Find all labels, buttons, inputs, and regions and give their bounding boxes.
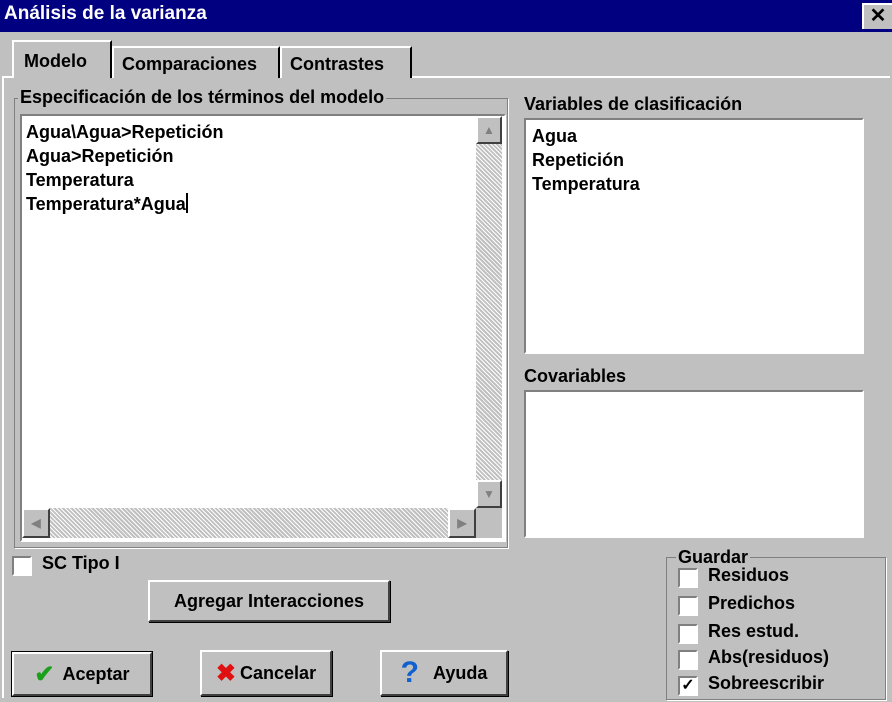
text-caret [185,193,188,213]
sobreescribir-label: Sobreescribir [708,673,825,693]
res-estud-checkbox[interactable] [678,624,698,644]
model-term-line: Agua>Repetición [26,146,174,166]
model-terms-textarea[interactable]: Agua\Agua>Repetición Agua>Repetición Tem… [20,114,506,542]
list-item[interactable]: Temperatura [532,172,640,196]
model-term-line: Temperatura [26,170,134,190]
model-term-text: Temperatura*Agua [26,194,186,214]
model-terms-text: Agua\Agua>Repetición Agua>Repetición Tem… [26,120,224,216]
predichos-checkbox[interactable] [678,596,698,616]
scroll-left-button[interactable]: ◀ [22,508,50,538]
horizontal-scrollbar[interactable]: ◀ ▶ [22,508,476,538]
scroll-right-button[interactable]: ▶ [448,508,476,538]
res-estud-label: Res estud. [708,621,800,641]
arrow-up-icon: ▲ [483,123,495,137]
classification-label: Variables de clasificación [524,94,743,114]
classification-list[interactable]: Agua Repetición Temperatura [524,118,864,354]
tab-contrastes[interactable]: Contrastes [280,46,412,78]
help-button[interactable]: ? Ayuda [380,650,508,696]
checkmark-icon: ✓ [681,677,695,694]
predichos-label: Predichos [708,593,796,613]
list-item[interactable]: Agua [532,124,640,148]
scroll-down-button[interactable]: ▼ [476,480,502,508]
tab-modelo[interactable]: Modelo [12,40,112,78]
model-term-line: Agua\Agua>Repetición [26,122,224,142]
arrow-down-icon: ▼ [483,487,495,501]
abs-residuos-label: Abs(residuos) [708,647,830,667]
residuos-label: Residuos [708,565,790,585]
abs-residuos-checkbox[interactable] [678,650,698,670]
accept-label: Aceptar [62,663,130,684]
list-item[interactable]: Repetición [532,148,640,172]
accept-button[interactable]: ✔ Aceptar [11,651,153,697]
add-interactions-label: Agregar Interacciones [173,590,365,611]
x-icon: ✖ [215,659,237,687]
covariables-list[interactable] [524,390,864,538]
help-label: Ayuda [432,662,488,683]
close-icon: ✕ [869,5,887,27]
residuos-checkbox[interactable] [678,568,698,588]
sc-tipo-checkbox[interactable] [12,556,32,576]
window-title: Análisis de la varianza [4,3,207,24]
tab-comparaciones[interactable]: Comparaciones [112,46,280,78]
arrow-right-icon: ▶ [457,516,467,530]
check-icon: ✔ [34,660,55,688]
question-icon: ? [400,656,419,689]
covariables-label: Covariables [524,366,627,386]
anova-dialog: Análisis de la varianza ✕ Modelo Compara… [0,0,892,702]
model-term-line-last: Temperatura*Agua [26,192,224,216]
arrow-left-icon: ◀ [31,516,41,530]
sobreescribir-checkbox[interactable]: ✓ [678,676,698,696]
scroll-corner [476,508,502,538]
cancel-label: Cancelar [240,662,317,683]
vertical-scrollbar[interactable]: ▲ ▼ [476,116,502,508]
cancel-button[interactable]: ✖ Cancelar [200,650,332,696]
model-spec-label: Especificación de los términos del model… [18,87,387,108]
sc-tipo-label: SC Tipo I [42,553,120,573]
title-bar[interactable]: Análisis de la varianza ✕ [0,0,892,32]
scroll-up-button[interactable]: ▲ [476,116,502,144]
close-button[interactable]: ✕ [862,3,892,29]
add-interactions-button[interactable]: Agregar Interacciones [148,580,390,622]
